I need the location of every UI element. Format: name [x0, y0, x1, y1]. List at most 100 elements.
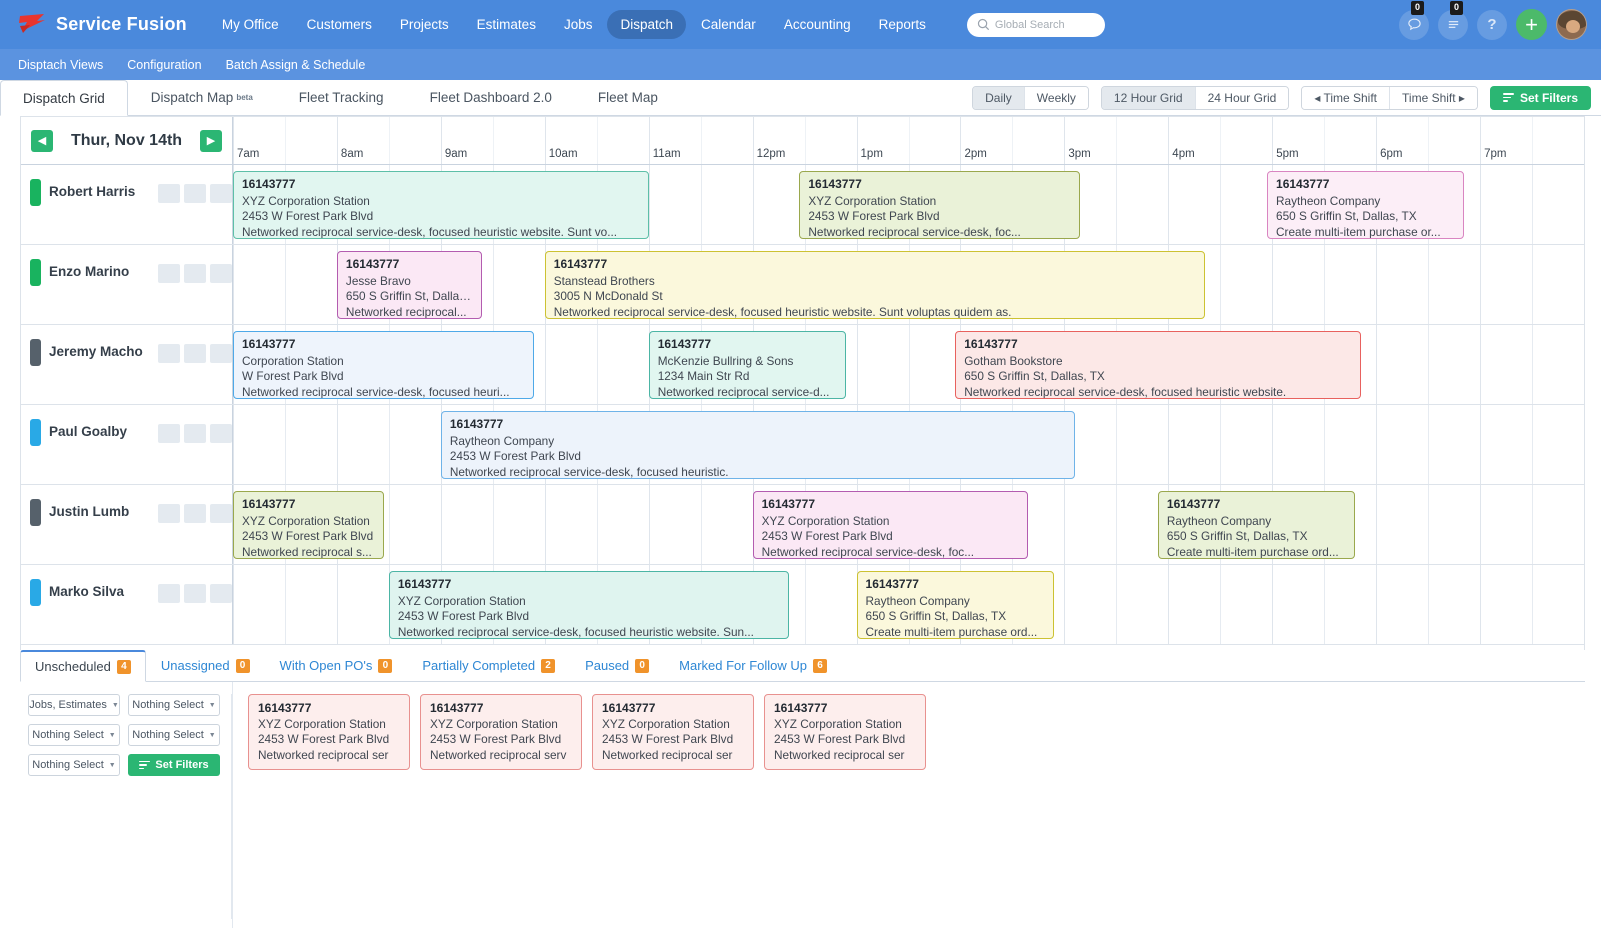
job-card[interactable]: 16143777 XYZ Corporation Station 2453 W Fo… — [752, 491, 1028, 559]
nav-item-accounting[interactable]: Accounting — [771, 10, 864, 39]
slot-indicator — [184, 264, 206, 283]
nav-item-reports[interactable]: Reports — [866, 10, 939, 39]
filter-select-5[interactable]: Nothing Select ▼ — [28, 754, 120, 776]
subnav-item-batch-assign-schedule[interactable]: Batch Assign & Schedule — [226, 58, 366, 72]
job-card-customer: Corporation Station — [242, 353, 344, 368]
unscheduled-card-id: 16143777 — [258, 701, 312, 715]
btab-unassigned[interactable]: Unassigned 0 — [146, 650, 265, 681]
brand-logo[interactable]: Service Fusion — [18, 13, 187, 37]
job-card[interactable]: 16143777 Stanstead Brothers 3005 N McDonal… — [544, 251, 1205, 319]
filter-select-2[interactable]: Nothing Select ▼ — [128, 694, 220, 716]
grid-line — [1168, 565, 1170, 644]
tab-dispatch-map[interactable]: Dispatch Map beta — [128, 80, 276, 115]
unscheduled-job-card[interactable]: 16143777 XYZ Corporation Station 2453 W Fo… — [764, 694, 926, 770]
technician-name[interactable]: Robert Harris — [49, 179, 150, 199]
tab-fleet-tracking[interactable]: Fleet Tracking — [276, 80, 407, 115]
grid-line — [336, 405, 338, 484]
bottom-set-filters-button[interactable]: Set Filters — [128, 754, 220, 776]
job-queue-tabs: Unscheduled 4 Unassigned 0 With Open PO'… — [20, 650, 1585, 682]
nav-item-dispatch[interactable]: Dispatch — [607, 10, 687, 39]
job-card[interactable]: 16143777 XYZ Corporation Station 2453 W Fo… — [233, 491, 384, 559]
toggle-24-hour-grid[interactable]: 24 Hour Grid — [1194, 86, 1289, 109]
subnav-item-configuration[interactable]: Configuration — [127, 58, 201, 72]
job-card[interactable]: 16143777 Raytheon Company 650 S Griffin St… — [856, 571, 1054, 639]
timeline-lane[interactable]: 16143777 Raytheon Company 2453 W Forest Pa… — [233, 405, 1584, 484]
grid-line — [1272, 405, 1274, 484]
timeline-lane[interactable]: 16143777 XYZ Corporation Station 2453 W Fo… — [233, 165, 1584, 244]
nav-item-my-office[interactable]: My Office — [209, 10, 292, 39]
timeline-lane[interactable]: 16143777 XYZ Corporation Station 2453 W Fo… — [233, 485, 1584, 564]
set-filters-button[interactable]: Set Filters — [1489, 85, 1591, 110]
grid-line — [284, 245, 286, 324]
technician-name[interactable]: Marko Silva — [49, 579, 150, 599]
add-new-button[interactable]: + — [1516, 9, 1547, 40]
btab-paused[interactable]: Paused 0 — [570, 650, 664, 681]
time-axis-label: 9am — [444, 148, 468, 160]
search-input[interactable] — [966, 12, 1105, 37]
job-card[interactable]: 16143777 Jesse Bravo 650 S Griffin St, Dal… — [336, 251, 483, 319]
toggle-weekly[interactable]: Weekly — [1023, 86, 1088, 109]
time-shift-forward-button[interactable]: Time Shift ▸ — [1389, 86, 1477, 109]
subnav-item-dispatch-views[interactable]: Disptach Views — [18, 58, 103, 72]
job-card[interactable]: 16143777 XYZ Corporation Station 2453 W Fo… — [388, 571, 789, 639]
toggle-daily[interactable]: Daily — [973, 86, 1024, 109]
previous-day-button[interactable]: ◀ — [31, 129, 53, 152]
unscheduled-job-card[interactable]: 16143777 XYZ Corporation Station 2453 W Fo… — [592, 694, 754, 770]
timeline-lane[interactable]: 16143777 XYZ Corporation Station 2453 W Fo… — [233, 565, 1584, 644]
job-card[interactable]: 16143777 Raytheon Company 650 S Griffin St… — [1267, 171, 1465, 239]
time-shift-back-button[interactable]: ◂ Time Shift — [1302, 86, 1390, 109]
btab-with-open-pos[interactable]: With Open PO's 0 — [265, 650, 408, 681]
job-card[interactable]: 16143777 Raytheon Company 650 S Griffin St… — [1157, 491, 1356, 559]
bottom-set-filters-label: Set Filters — [155, 759, 209, 771]
tasks-button[interactable]: 0 — [1438, 0, 1468, 40]
job-card-customer: Raytheon Company — [1166, 513, 1272, 528]
avatar[interactable] — [1556, 9, 1587, 40]
grid-line — [492, 485, 494, 564]
technician-name[interactable]: Enzo Marino — [49, 259, 150, 279]
toggle-12-hour-grid[interactable]: 12 Hour Grid — [1101, 86, 1195, 109]
btab-partially-completed[interactable]: Partially Completed 2 — [407, 650, 570, 681]
technician-name[interactable]: Justin Lumb — [49, 499, 150, 519]
nav-item-calendar[interactable]: Calendar — [688, 10, 769, 39]
unscheduled-job-card[interactable]: 16143777 XYZ Corporation Station 2453 W Fo… — [420, 694, 582, 770]
job-card[interactable]: 16143777 XYZ Corporation Station 2453 W Fo… — [799, 171, 1080, 239]
tasks-badge: 0 — [1450, 0, 1463, 15]
job-card[interactable]: 16143777 Gotham Bookstore 650 S Griffin St… — [955, 331, 1361, 399]
timeline-lane[interactable]: 16143777 Corporation Station W Forest Park… — [233, 325, 1584, 404]
btab-marked-for-follow-up[interactable]: Marked For Follow Up 6 — [664, 650, 842, 681]
technician-name[interactable]: Jeremy Macho — [49, 339, 150, 359]
tab-fleet-map[interactable]: Fleet Map — [575, 80, 681, 115]
job-card[interactable]: 16143777 McKenzie Bullring & Sons 1234 Mai… — [648, 331, 847, 399]
help-button[interactable]: ? — [1477, 9, 1507, 40]
grid-line — [1532, 165, 1534, 244]
job-card[interactable]: 16143777 XYZ Corporation Station 2453 W Fo… — [233, 171, 649, 239]
job-card[interactable]: 16143777 Corporation Station W Forest Park… — [233, 331, 535, 399]
filter-select-type[interactable]: Jobs, Estimates ▼ — [28, 694, 120, 716]
view-period-toggle: Daily Weekly — [972, 85, 1089, 110]
next-day-button[interactable]: ▶ — [200, 129, 222, 152]
nav-item-customers[interactable]: Customers — [294, 10, 385, 39]
slot-indicator — [158, 584, 180, 603]
unscheduled-job-card[interactable]: 16143777 XYZ Corporation Station 2453 W Fo… — [248, 694, 410, 770]
job-card-customer: Raytheon Company — [1276, 193, 1381, 208]
filter-select-4[interactable]: Nothing Select ▼ — [128, 724, 220, 746]
technician-name[interactable]: Paul Goalby — [49, 419, 150, 439]
messages-button[interactable]: 0 — [1399, 0, 1429, 40]
job-card-description: Networked reciprocal service-d... — [657, 384, 830, 399]
btab-marked-for-follow-up-count: 6 — [813, 658, 828, 673]
nav-item-jobs[interactable]: Jobs — [551, 10, 606, 39]
grid-line — [1324, 565, 1326, 644]
timeline-lane[interactable]: 16143777 Jesse Bravo 650 S Griffin St, Dal… — [233, 245, 1584, 324]
status-badge — [30, 259, 41, 286]
unscheduled-card-customer: XYZ Corporation Station — [430, 716, 558, 731]
job-card-description: Networked reciprocal service-desk, focus… — [964, 384, 1287, 399]
filter-select-3[interactable]: Nothing Select ▼ — [28, 724, 120, 746]
grid-line — [1376, 325, 1378, 404]
tab-dispatch-grid[interactable]: Dispatch Grid — [0, 80, 128, 116]
tab-fleet-dashboard[interactable]: Fleet Dashboard 2.0 — [407, 80, 575, 115]
nav-item-projects[interactable]: Projects — [387, 10, 462, 39]
btab-unscheduled[interactable]: Unscheduled 4 — [20, 650, 146, 682]
btab-unassigned-label: Unassigned — [160, 658, 230, 673]
nav-item-estimates[interactable]: Estimates — [464, 10, 549, 39]
job-card[interactable]: 16143777 Raytheon Company 2453 W Forest Pa… — [440, 411, 1075, 479]
